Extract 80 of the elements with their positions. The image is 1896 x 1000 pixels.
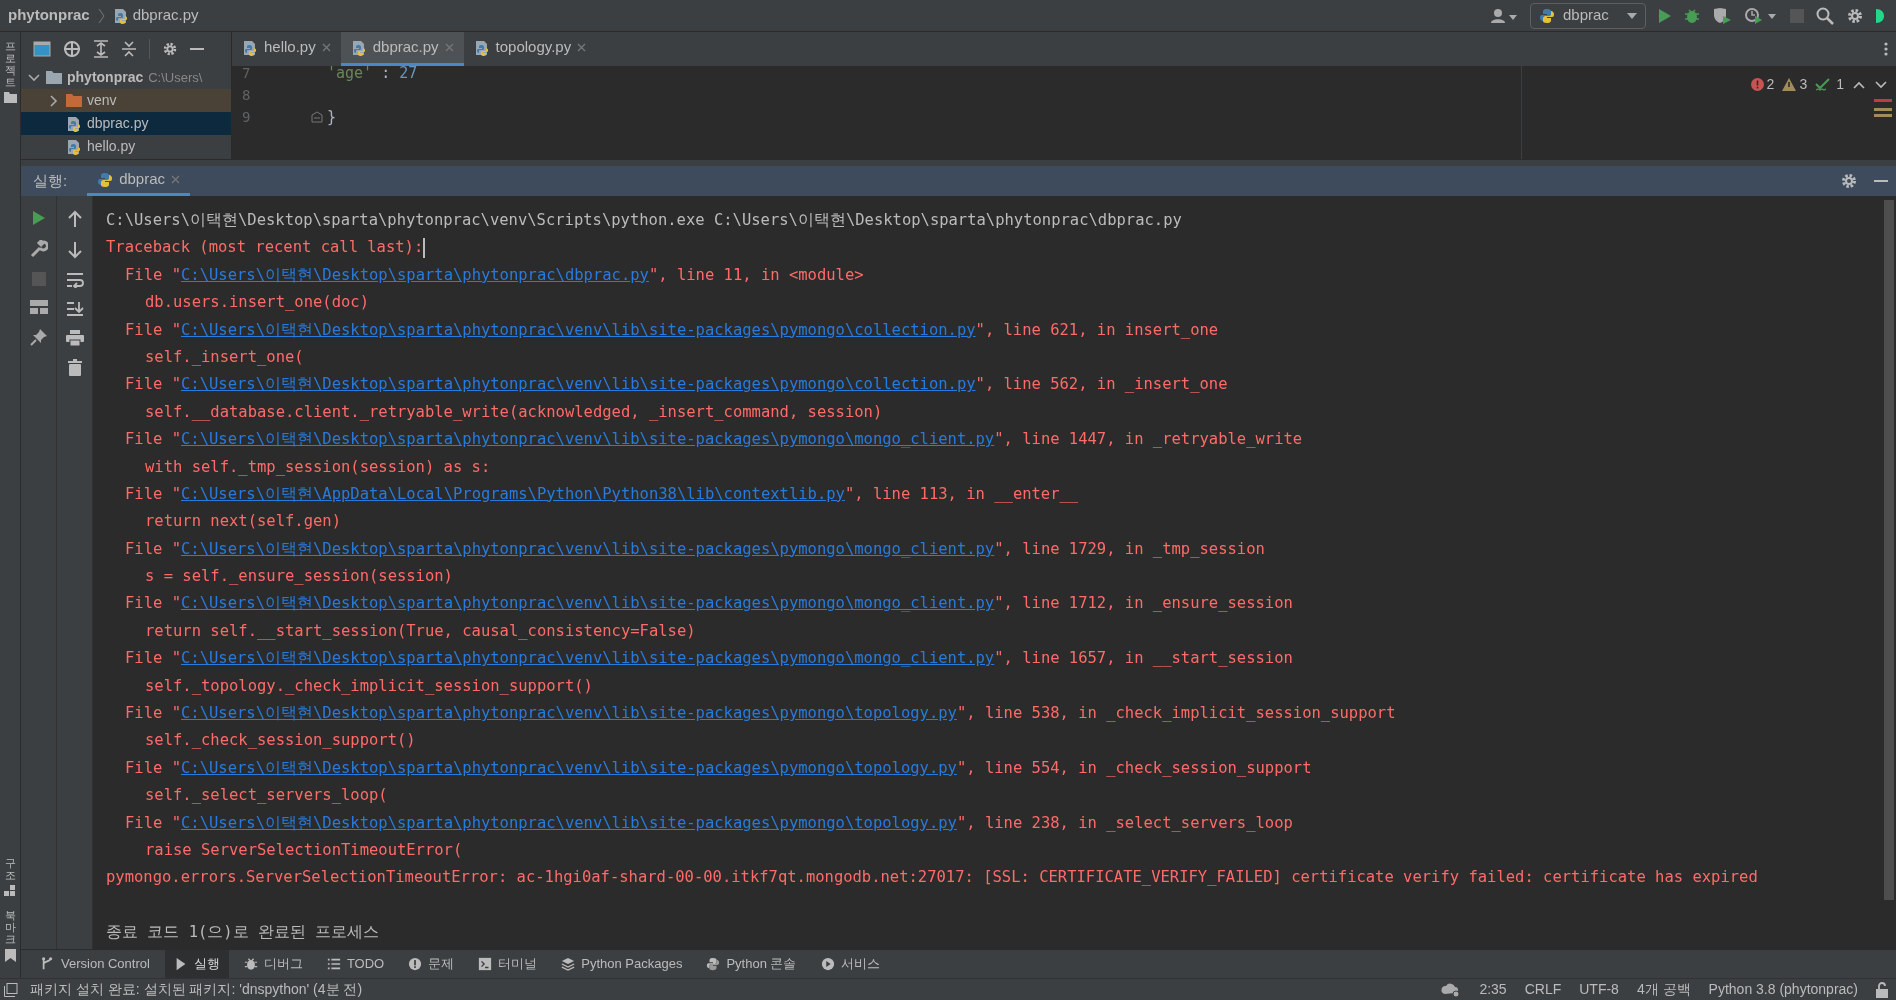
line-number: 8 — [242, 86, 252, 105]
path-hint: C:\Users\ — [148, 68, 203, 87]
tool-window-tab[interactable]: TODO — [317, 949, 394, 979]
file-link[interactable]: C:\Users\이택현\Desktop\sparta\phytonprac\dbprac.py — [181, 265, 649, 284]
tool-window-tab[interactable]: 디버그 — [234, 949, 312, 979]
source-line: self._insert_one( — [144, 347, 304, 366]
status-message[interactable]: 패키지 설치 완료: 설치된 패키지: 'dnspython' (4분 전) — [30, 979, 363, 1000]
status-item[interactable]: Python 3.8 (phytonprac) — [1708, 979, 1858, 1000]
source-line: s = self._ensure_session(session) — [144, 567, 453, 586]
console-output-line: C:\Users\이택현\Desktop\sparta\phytonprac\venv\Scripts\python.exe C:\Users\이택현\Desktop\sparta\phytonprac\dbprac.py — [106, 211, 1182, 229]
tree-row[interactable]: dbprac.py — [21, 112, 231, 135]
traceback-line: File "C:\Users\이택현\Desktop\sparta\phytonprac\venv\lib\site-packages\pymongo\topology.py", line 238, in _select_servers_loop — [124, 813, 1293, 832]
source-line: self.__database.client._retryable_write(acknowledged, _insert_command, session) — [144, 402, 883, 421]
source-line: return self.__start_session(True, causal_consistency=False) — [144, 621, 696, 640]
tree-row[interactable]: hello.py — [21, 135, 231, 158]
editor-tab[interactable]: hello.py — [232, 32, 341, 66]
traceback-line: File "C:\Users\이택현\Desktop\sparta\phytonprac\dbprac.py", line 11, in <module> — [124, 265, 864, 284]
source-line: self._check_session_support() — [144, 731, 416, 750]
inspection-counter[interactable]: 2 — [1750, 74, 1775, 95]
file-link[interactable]: C:\Users\이택현\Desktop\sparta\phytonprac\venv\lib\site-packages\pymongo\mongo_client.py — [181, 430, 995, 449]
editor-tab[interactable]: dbprac.py — [340, 32, 464, 66]
code-line: } — [327, 107, 337, 128]
file-link[interactable]: C:\Users\이택현\Desktop\sparta\phytonprac\venv\lib\site-packages\pymongo\topology.py — [181, 758, 957, 777]
tool-window-tab[interactable]: Version Control — [32, 949, 159, 979]
source-line: return next(self.gen) — [144, 512, 341, 531]
file-link[interactable]: C:\Users\이택현\Desktop\sparta\phytonprac\venv\lib\site-packages\pymongo\mongo_client.py — [181, 539, 995, 558]
traceback-line: File "C:\Users\이택현\Desktop\sparta\phytonprac\venv\lib\site-packages\pymongo\mongo_client.py", line 1657, in __start_session — [124, 649, 1293, 668]
run-config-dropdown[interactable]: dbprac — [1530, 2, 1646, 29]
traceback-line: File "C:\Users\이택현\Desktop\sparta\phytonprac\venv\lib\site-packages\pymongo\mongo_client.py", line 1447, in _retryable_write — [124, 430, 1303, 449]
tool-window-tab[interactable]: 터미널 — [469, 949, 547, 979]
tool-window-label[interactable]: 프로젝트 — [4, 40, 16, 89]
status-item[interactable]: CRLF — [1524, 979, 1562, 1000]
tree-item-label: hello.py — [87, 137, 136, 156]
inspection-counter[interactable]: 3 — [1782, 74, 1808, 95]
run-config-label: dbprac — [1563, 5, 1609, 26]
file-link[interactable]: C:\Users\이택현\AppData\Local\Programs\Python\Python38\lib\contextlib.py — [181, 484, 845, 503]
source-line: raise ServerSelectionTimeoutError( — [144, 841, 463, 859]
traceback-line: File "C:\Users\이택현\Desktop\sparta\phytonprac\venv\lib\site-packages\pymongo\collection.py", line 562, in _insert_one — [124, 375, 1228, 394]
code-line: 'age' : 27 — [327, 66, 418, 84]
console-output-line: 종료 코드 1(으)로 완료된 프로세스 — [106, 923, 380, 942]
tool-window-tab[interactable]: Python Packages — [552, 949, 692, 979]
status-item[interactable]: UTF-8 — [1579, 979, 1619, 1000]
tool-window-label[interactable]: 구조 — [4, 856, 16, 881]
file-link[interactable]: C:\Users\이택현\Desktop\sparta\phytonprac\venv\lib\site-packages\pymongo\topology.py — [181, 704, 957, 723]
error-line: Traceback (most recent call last): — [106, 238, 424, 257]
traceback-line: File "C:\Users\이택현\Desktop\sparta\phytonprac\venv\lib\site-packages\pymongo\topology.py", line 554, in _check_session_support — [124, 758, 1312, 777]
tree-item-label: phytonprac — [67, 68, 144, 87]
file-link[interactable]: C:\Users\이택현\Desktop\sparta\phytonprac\venv\lib\site-packages\pymongo\mongo_client.py — [181, 594, 995, 613]
tool-window-tab[interactable]: 서비스 — [811, 949, 889, 979]
tree-item-label: dbprac.py — [87, 114, 149, 133]
tool-window-label[interactable]: 북마크 — [4, 908, 16, 945]
traceback-line: File "C:\Users\이택현\Desktop\sparta\phytonprac\venv\lib\site-packages\pymongo\collection.py", line 621, in insert_one — [124, 320, 1219, 339]
tree-row[interactable]: venv — [21, 89, 231, 112]
status-item[interactable]: 4개 공백 — [1636, 979, 1691, 1000]
file-link[interactable]: C:\Users\이택현\Desktop\sparta\phytonprac\venv\lib\site-packages\pymongo\mongo_client.py — [181, 649, 995, 668]
editor-tab[interactable]: topology.py — [463, 32, 597, 66]
tool-window-tab[interactable]: 실행 — [164, 949, 229, 979]
file-link[interactable]: C:\Users\이택현\Desktop\sparta\phytonprac\venv\lib\site-packages\pymongo\topology.py — [181, 813, 957, 832]
source-line: with self._tmp_session(session) as s: — [144, 457, 491, 476]
tree-item-label: venv — [87, 91, 117, 110]
traceback-line: File "C:\Users\이택현\Desktop\sparta\phytonprac\venv\lib\site-packages\pymongo\mongo_client.py", line 1712, in _ensure_session — [124, 594, 1293, 613]
tool-window-tab[interactable]: Python 콘솔 — [697, 949, 806, 979]
breadcrumb-item[interactable]: phytonprac — [8, 4, 90, 27]
inspection-counter[interactable]: 1 — [1815, 74, 1844, 95]
traceback-line: File "C:\Users\이택현\Desktop\sparta\phytonprac\venv\lib\site-packages\pymongo\topology.py", line 538, in _check_implicit_session_support — [124, 704, 1396, 723]
source-line: db.users.insert_one(doc) — [144, 293, 369, 312]
error-line: pymongo.errors.ServerSelectionTimeoutError: ac-1hgi0af-shard-00-00.itkf7qt.mongodb.net:27017: [SSL: CERTIFICATE_VERIFY_FAILED] certificate verify failed: certificate has expired — [106, 868, 1758, 887]
file-link[interactable]: C:\Users\이택현\Desktop\sparta\phytonprac\venv\lib\site-packages\pymongo\collection.py — [181, 320, 976, 339]
line-number: 9 — [242, 108, 252, 127]
status-item[interactable]: 2:35 — [1479, 979, 1507, 1000]
traceback-line: File "C:\Users\이택현\AppData\Local\Programs\Python\Python38\lib\contextlib.py", line 113, in __enter__ — [124, 484, 1079, 503]
traceback-line: File "C:\Users\이택현\Desktop\sparta\phytonprac\venv\lib\site-packages\pymongo\mongo_client.py", line 1729, in _tmp_session — [124, 539, 1265, 558]
run-panel-label: 실행: — [33, 170, 68, 191]
breadcrumb-item[interactable]: dbprac.py — [132, 4, 199, 27]
source-line: self._select_servers_loop( — [144, 786, 388, 805]
tree-row[interactable]: phytonprac C:\Users\ — [21, 66, 231, 89]
file-link[interactable]: C:\Users\이택현\Desktop\sparta\phytonprac\venv\lib\site-packages\pymongo\collection.py — [181, 375, 976, 394]
source-line: self._topology._check_implicit_session_support() — [144, 676, 593, 695]
tool-window-tab[interactable]: 문제 — [399, 949, 464, 979]
line-number: 7 — [242, 66, 252, 83]
